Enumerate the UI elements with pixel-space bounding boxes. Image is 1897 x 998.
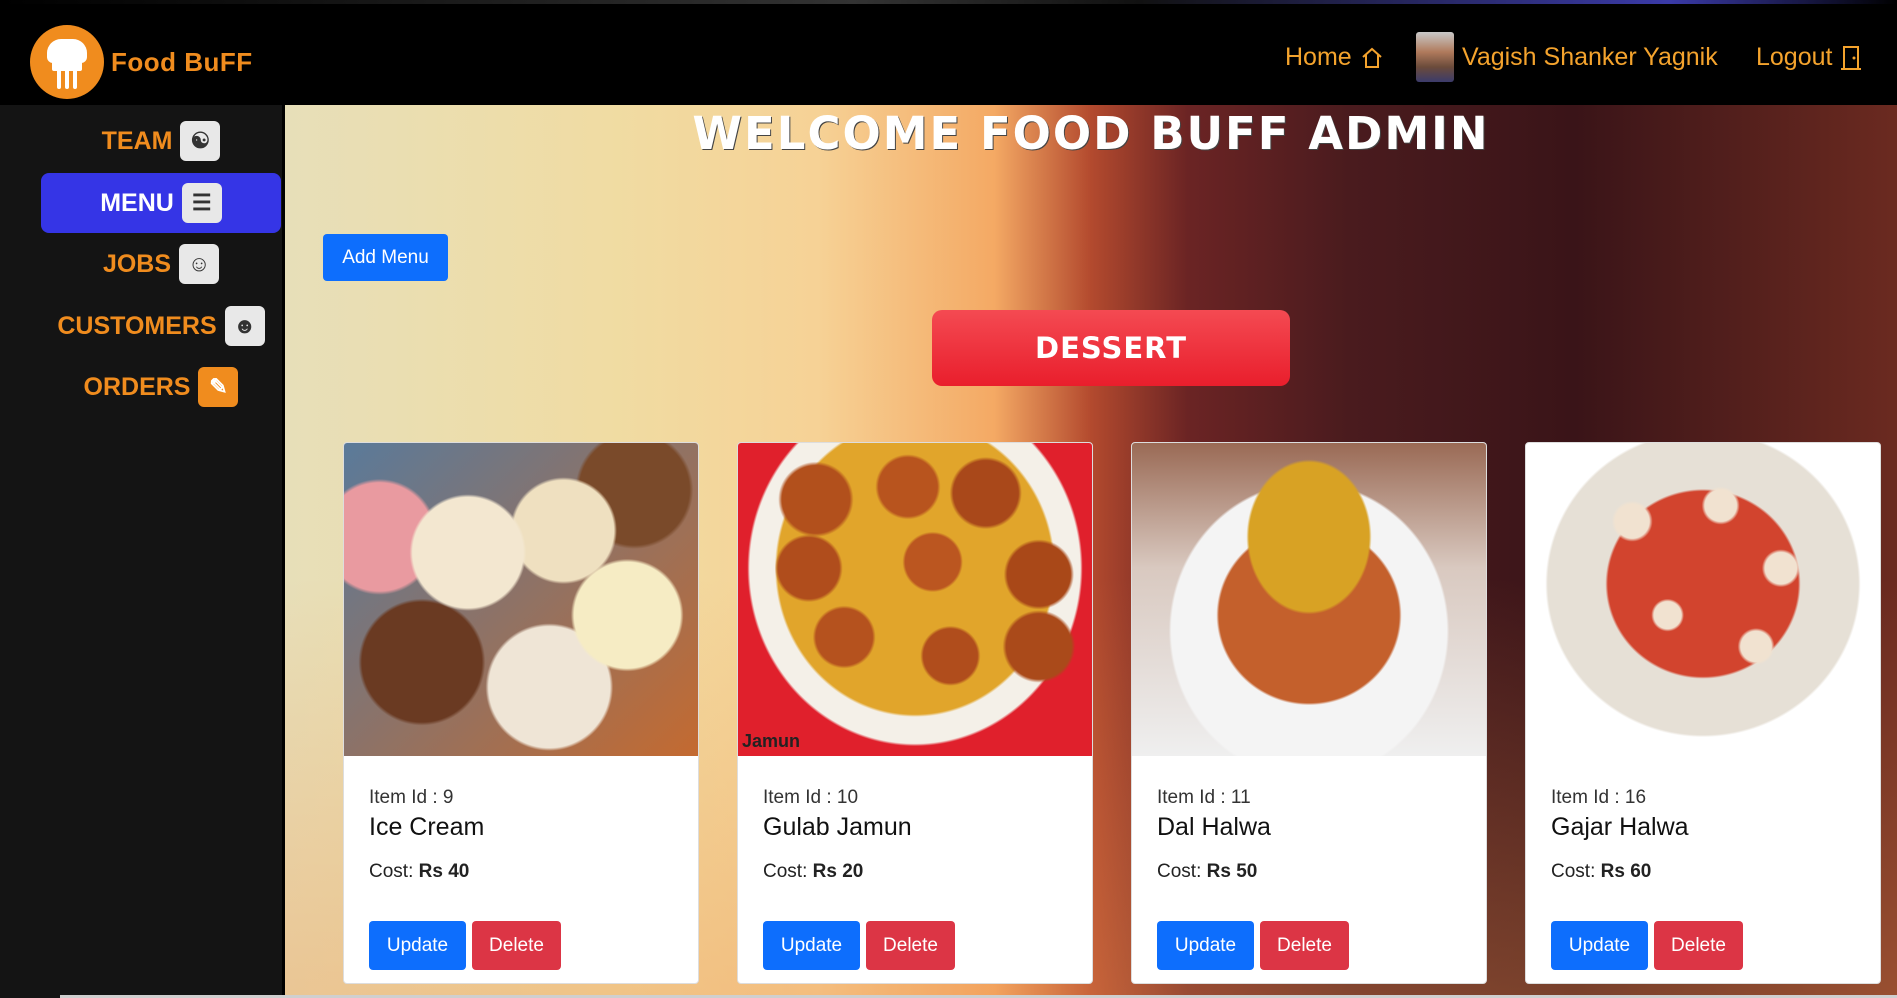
item-name: Ice Cream: [369, 813, 485, 841]
menu-card: Item Id : 16 Gajar Halwa Cost: Rs 60 Upd…: [1525, 442, 1881, 984]
avatar: [1416, 32, 1454, 82]
item-cost: Cost: Rs 60: [1551, 861, 1652, 882]
menu-card: Item Id : 11 Dal Halwa Cost: Rs 50 Updat…: [1131, 442, 1487, 984]
item-cost-value: Rs 60: [1600, 861, 1652, 882]
top-navbar: Food BuFF Home Vagish Shanker Yagnik Log…: [0, 0, 1897, 105]
sidebar-item-customers[interactable]: CUSTOMERS ☻: [41, 296, 281, 356]
item-cost: Cost: Rs 40: [369, 861, 470, 882]
sidebar-item-label: JOBS: [102, 249, 172, 278]
item-name: Gajar Halwa: [1551, 813, 1689, 841]
item-cost-value: Rs 40: [418, 861, 470, 882]
team-icon: ☯: [180, 121, 221, 161]
ice-cream-image: [344, 443, 698, 756]
item-id: Item Id : 16: [1551, 787, 1647, 808]
dal-halwa-image: [1132, 443, 1486, 756]
item-id: Item Id : 10: [763, 787, 859, 808]
sidebar-item-menu[interactable]: MENU ☰: [41, 173, 281, 233]
nav-home-link[interactable]: Home: [1285, 43, 1384, 72]
item-name: Dal Halwa: [1157, 813, 1271, 841]
sidebar-item-jobs[interactable]: JOBS ☺: [41, 234, 281, 294]
menu-card: Jamun Item Id : 10 Gulab Jamun Cost: Rs …: [737, 442, 1093, 984]
delete-button[interactable]: Delete: [866, 921, 955, 970]
chef-icon: ☺: [179, 244, 220, 284]
delete-button[interactable]: Delete: [472, 921, 561, 970]
page-title: WELCOME FOOD BUFF ADMIN: [692, 107, 1490, 160]
brand-name[interactable]: Food BuFF: [111, 47, 253, 78]
update-button[interactable]: Update: [763, 921, 860, 970]
update-button[interactable]: Update: [1157, 921, 1254, 970]
item-cost-value: Rs 50: [1206, 861, 1258, 882]
item-cost: Cost: Rs 50: [1157, 861, 1258, 882]
item-cost: Cost: Rs 20: [763, 861, 864, 882]
nav-home-label: Home: [1285, 43, 1352, 71]
sidebar-item-orders[interactable]: ORDERS ✎: [41, 357, 281, 417]
sidebar-item-label: MENU: [100, 188, 174, 217]
menu-icon: ☰: [181, 183, 222, 223]
update-button[interactable]: Update: [369, 921, 466, 970]
item-id: Item Id : 11: [1157, 787, 1251, 808]
image-caption: Jamun: [742, 731, 801, 751]
delete-button[interactable]: Delete: [1260, 921, 1349, 970]
add-menu-button[interactable]: Add Menu: [323, 234, 448, 281]
gajar-halwa-image: [1526, 443, 1880, 756]
user-name: Vagish Shanker Yagnik: [1462, 42, 1718, 71]
orders-icon: ✎: [198, 367, 239, 407]
category-heading: DESSERT: [932, 310, 1290, 386]
main-content: WELCOME FOOD BUFF ADMIN Add Menu DESSERT…: [285, 105, 1897, 998]
sidebar-item-label: CUSTOMERS: [57, 311, 217, 340]
door-icon: [1841, 45, 1862, 70]
gulab-jamun-image: Jamun: [738, 443, 1092, 756]
item-cost-value: Rs 20: [812, 861, 864, 882]
logout-label: Logout: [1756, 43, 1833, 71]
sidebar-item-label: TEAM: [101, 126, 173, 155]
customers-icon: ☻: [224, 306, 265, 346]
menu-card: Item Id : 9 Ice Cream Cost: Rs 40 Update…: [343, 442, 699, 984]
logout-link[interactable]: Logout: [1756, 43, 1862, 72]
item-id: Item Id : 9: [369, 787, 454, 808]
sidebar-item-team[interactable]: TEAM ☯: [41, 111, 281, 171]
nav-user[interactable]: Vagish Shanker Yagnik: [1416, 32, 1718, 82]
item-name: Gulab Jamun: [763, 813, 912, 841]
logo-icon[interactable]: [30, 25, 104, 99]
sidebar-item-label: ORDERS: [83, 372, 191, 401]
window-strip: [0, 0, 1897, 4]
update-button[interactable]: Update: [1551, 921, 1648, 970]
home-icon: [1362, 47, 1382, 68]
delete-button[interactable]: Delete: [1654, 921, 1743, 970]
